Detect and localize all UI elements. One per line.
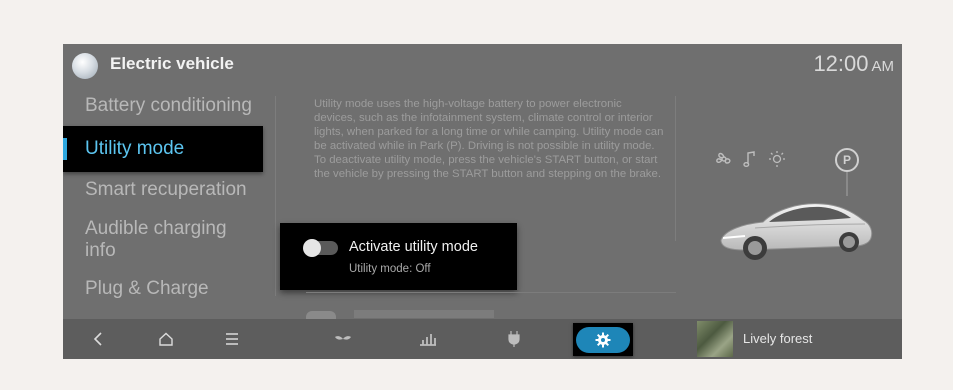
media-album-art[interactable] (697, 321, 733, 357)
page-title: Electric vehicle (110, 54, 234, 73)
gear-icon (595, 332, 611, 347)
fan-icon (714, 152, 742, 172)
settings-button-highlight (576, 326, 630, 353)
park-indicator: P (835, 148, 859, 172)
home-icon (159, 332, 173, 346)
sidebar-item-label: Audible charging info (85, 218, 227, 261)
menu-button[interactable] (217, 319, 247, 359)
utility-mode-toggle-card[interactable]: Activate utility mode Utility mode: Off (280, 223, 517, 290)
leaf-icon (335, 336, 351, 345)
back-icon (93, 332, 102, 346)
sidebar-item-label: Smart recuperation (85, 179, 247, 200)
sidebar-item-audible-charging-info[interactable]: Audible charging info (63, 218, 245, 262)
sidebar-item-label: Utility mode (85, 138, 185, 159)
toggle-knob (303, 239, 321, 257)
sidebar-item-label: Battery conditioning (85, 95, 252, 116)
charging-plug-icon (508, 331, 520, 347)
bottom-navigation-bar: Lively forest (63, 319, 902, 359)
header: Electric vehicle 12:00 AM (63, 44, 902, 86)
utility-icons (714, 150, 787, 173)
toggle-status: Utility mode: Off (349, 263, 431, 275)
panel-divider (675, 96, 676, 241)
row-divider (306, 292, 676, 293)
ev-app-icon (72, 53, 98, 79)
charging-button[interactable] (499, 319, 529, 359)
obscured-toggle (306, 311, 336, 319)
energy-bars-icon (420, 334, 436, 346)
clock-time: 12:00 (813, 51, 869, 76)
sidebar-item-plug-and-charge[interactable]: Plug & Charge (63, 278, 295, 300)
sidebar-item-battery-conditioning[interactable]: Battery conditioning (63, 95, 295, 117)
light-bulb-icon (767, 151, 787, 172)
sidebar-item-utility-mode[interactable]: Utility mode (63, 126, 263, 172)
clock-ampm: AM (871, 58, 895, 75)
media-title[interactable]: Lively forest (743, 331, 812, 346)
settings-button[interactable] (573, 323, 633, 356)
sidebar-item-label: Plug & Charge (85, 278, 209, 299)
clock: 12:00 AM (813, 51, 894, 77)
utility-mode-description: Utility mode uses the high-voltage batte… (314, 98, 664, 181)
sidebar-item-smart-recuperation[interactable]: Smart recuperation (63, 179, 295, 201)
obscured-label (354, 310, 494, 318)
home-button[interactable] (151, 319, 181, 359)
infotainment-screen: Electric vehicle 12:00 AM Battery conditi… (63, 44, 902, 359)
obscured-setting-row (306, 292, 676, 319)
energy-button[interactable] (413, 319, 443, 359)
sidebar-divider (275, 96, 276, 296)
park-indicator-line (846, 172, 848, 196)
music-note-icon (742, 151, 766, 172)
utility-mode-toggle[interactable] (303, 239, 338, 257)
toggle-label: Activate utility mode (349, 239, 478, 255)
eco-button[interactable] (328, 319, 358, 359)
back-button[interactable] (83, 319, 113, 359)
car-image (720, 203, 873, 260)
menu-icon (226, 333, 238, 345)
